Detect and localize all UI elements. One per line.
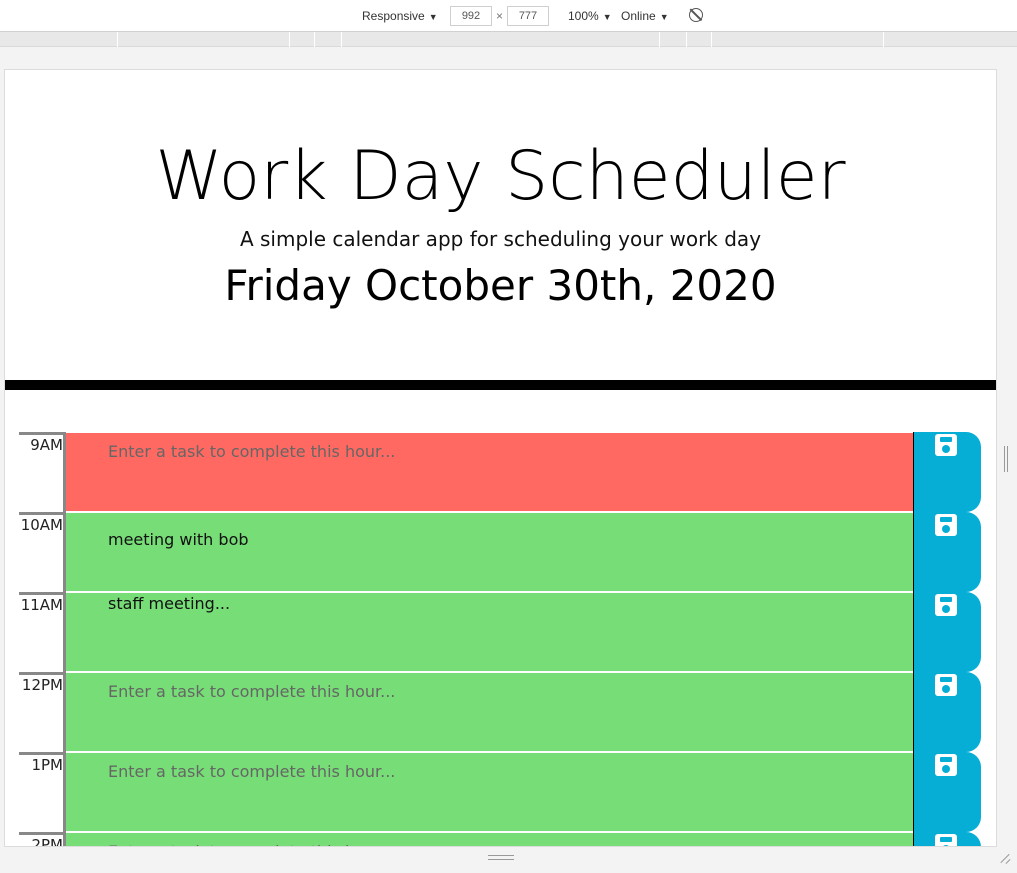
task-text: meeting with bob [108,530,249,549]
ruler-tick [117,32,118,47]
time-block-row: 1PM Enter a task to complete this hour..… [19,752,981,832]
ruler-tick [341,32,342,47]
network-throttle-dropdown[interactable]: Online ▼ [621,9,669,23]
floppy-disk-icon [935,834,957,846]
jumbotron-header: Work Day Scheduler A simple calendar app… [5,70,996,390]
ruler-tick [686,32,687,47]
device-toolbar: Responsive ▼ 992 × 777 100% ▼ Online ▼ [0,0,1017,32]
floppy-disk-icon [935,434,957,456]
viewport-height-input[interactable]: 777 [507,6,549,26]
page-subtitle: A simple calendar app for scheduling you… [239,227,762,251]
device-mode-dropdown[interactable]: Responsive ▼ [362,9,438,23]
hour-label: 2PM [19,832,66,846]
current-day: Friday October 30th, 2020 [224,261,777,310]
time-block-row: 10AM meeting with bob [19,512,981,592]
floppy-disk-icon [935,674,957,696]
task-textarea[interactable]: Enter a task to complete this hour... [66,752,914,832]
save-button[interactable] [913,832,981,846]
time-block-list: 9AM Enter a task to complete this hour..… [19,432,981,846]
task-textarea[interactable]: meeting with bob [66,512,914,592]
ruler-tick [289,32,290,47]
ruler-tick [711,32,712,47]
floppy-disk-icon [935,514,957,536]
task-placeholder: Enter a task to complete this hour... [108,762,396,781]
page-title: Work Day Scheduler [155,137,846,216]
save-button[interactable] [913,592,981,672]
floppy-disk-icon [935,754,957,776]
viewport-width-resize-handle[interactable] [1004,446,1008,472]
zoom-label: 100% [568,9,599,23]
chevron-down-icon: ▼ [428,12,438,22]
task-placeholder: Enter a task to complete this hour... [108,682,396,701]
task-textarea[interactable]: Enter a task to complete this hour... [66,672,914,752]
time-block-row: 12PM Enter a task to complete this hour.… [19,672,981,752]
floppy-disk-icon [935,594,957,616]
resize-corner-icon[interactable] [999,852,1011,864]
task-textarea[interactable]: Enter a task to complete this hour... [66,832,914,846]
chevron-down-icon: ▼ [602,12,612,22]
save-button[interactable] [913,752,981,832]
time-block-row: 11AM staff meeting... [19,592,981,672]
task-textarea[interactable]: Enter a task to complete this hour... [66,432,914,512]
device-mode-label: Responsive [362,9,425,23]
hour-label: 10AM [19,512,66,592]
save-button[interactable] [913,432,981,512]
time-block-row: 2PM Enter a task to complete this hour..… [19,832,981,846]
hour-label: 11AM [19,592,66,672]
task-placeholder: Enter a task to complete this hour... [108,442,396,461]
save-button[interactable] [913,672,981,752]
task-placeholder: Enter a task to complete this hour... [108,842,395,846]
viewport-width-input[interactable]: 992 [450,6,492,26]
media-query-ruler[interactable] [0,32,1017,47]
ruler-tick [659,32,660,47]
viewport-height-resize-handle[interactable] [488,855,514,860]
save-button[interactable] [913,512,981,592]
ruler-tick [883,32,884,47]
dimension-separator: × [496,9,504,23]
network-label: Online [621,9,656,23]
zoom-dropdown[interactable]: 100% ▼ [568,9,612,23]
ruler-tick [314,32,315,47]
page-viewport: Work Day Scheduler A simple calendar app… [4,69,997,847]
task-textarea[interactable]: staff meeting... [66,592,914,672]
time-block-row: 9AM Enter a task to complete this hour..… [19,432,981,512]
chevron-down-icon: ▼ [659,12,669,22]
hour-label: 9AM [19,432,66,512]
task-text: staff meeting... [108,594,231,613]
hour-label: 12PM [19,672,66,752]
rotate-icon[interactable] [689,8,703,22]
hour-label: 1PM [19,752,66,832]
